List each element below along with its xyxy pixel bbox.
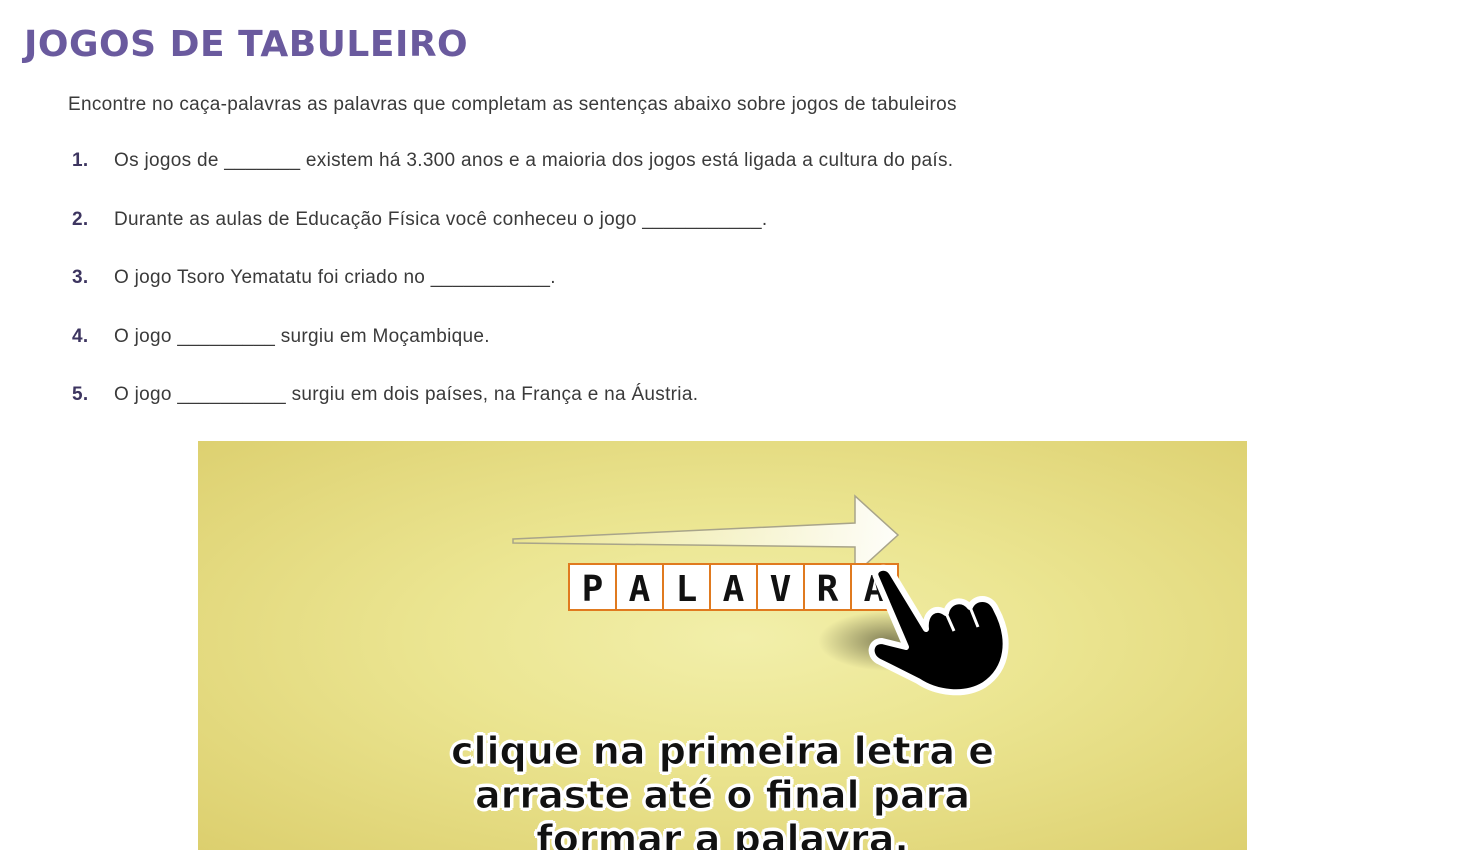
instruction-line: clique na primeira letra e [450, 729, 995, 774]
tile-letter: P [582, 569, 604, 610]
letter-tile[interactable]: V [756, 563, 805, 611]
question-number: 3. [72, 267, 89, 288]
question-item: 2. Durante as aulas de Educação Física v… [72, 209, 953, 268]
instruction-line: formar a palavra. [536, 817, 910, 850]
tile-letter: L [676, 569, 698, 610]
page-title: JOGOS DE TABULEIRO [24, 24, 469, 65]
tile-letter: R [817, 569, 839, 610]
question-list: 1. Os jogos de _______ existem há 3.300 … [72, 150, 953, 443]
question-text: O jogo Tsoro Yematatu foi criado no ____… [114, 267, 556, 288]
question-text: Durante as aulas de Educação Física você… [114, 208, 768, 230]
question-number: 5. [72, 384, 89, 405]
question-text: O jogo _________ surgiu em Moçambique. [114, 325, 490, 347]
letter-tile[interactable]: P [568, 563, 617, 611]
tutorial-instruction: clique na primeira letra e arraste até o… [198, 729, 1247, 850]
page: JOGOS DE TABULEIRO Encontre no caça-pala… [0, 0, 1460, 850]
letter-tile[interactable]: L [662, 563, 711, 611]
letter-tile-row[interactable]: PALAVRA [568, 563, 899, 611]
question-number: 4. [72, 325, 89, 347]
instruction-line: arraste até o final para [474, 773, 971, 818]
intro-text: Encontre no caça-palavras as palavras qu… [68, 94, 957, 115]
question-text: O jogo __________ surgiu em dois países,… [114, 384, 699, 405]
question-text: Os jogos de _______ existem há 3.300 ano… [114, 150, 954, 171]
letter-tile[interactable]: A [615, 563, 664, 611]
tile-letter: A [723, 569, 745, 610]
word-search-game-frame[interactable]: PALAVRA clique na primeira letra e arras… [198, 441, 1247, 850]
arrow-right-icon [512, 494, 900, 576]
question-number: 2. [72, 208, 89, 230]
letter-tile[interactable]: A [709, 563, 758, 611]
question-number: 1. [72, 150, 89, 171]
tile-letter: A [629, 569, 651, 610]
tile-letter: V [770, 569, 792, 610]
question-item: 3. O jogo Tsoro Yematatu foi criado no _… [72, 267, 953, 326]
letter-tile[interactable]: R [803, 563, 852, 611]
question-item: 5. O jogo __________ surgiu em dois país… [72, 384, 953, 443]
question-item: 1. Os jogos de _______ existem há 3.300 … [72, 150, 953, 209]
question-item: 4. O jogo _________ surgiu em Moçambique… [72, 326, 953, 385]
